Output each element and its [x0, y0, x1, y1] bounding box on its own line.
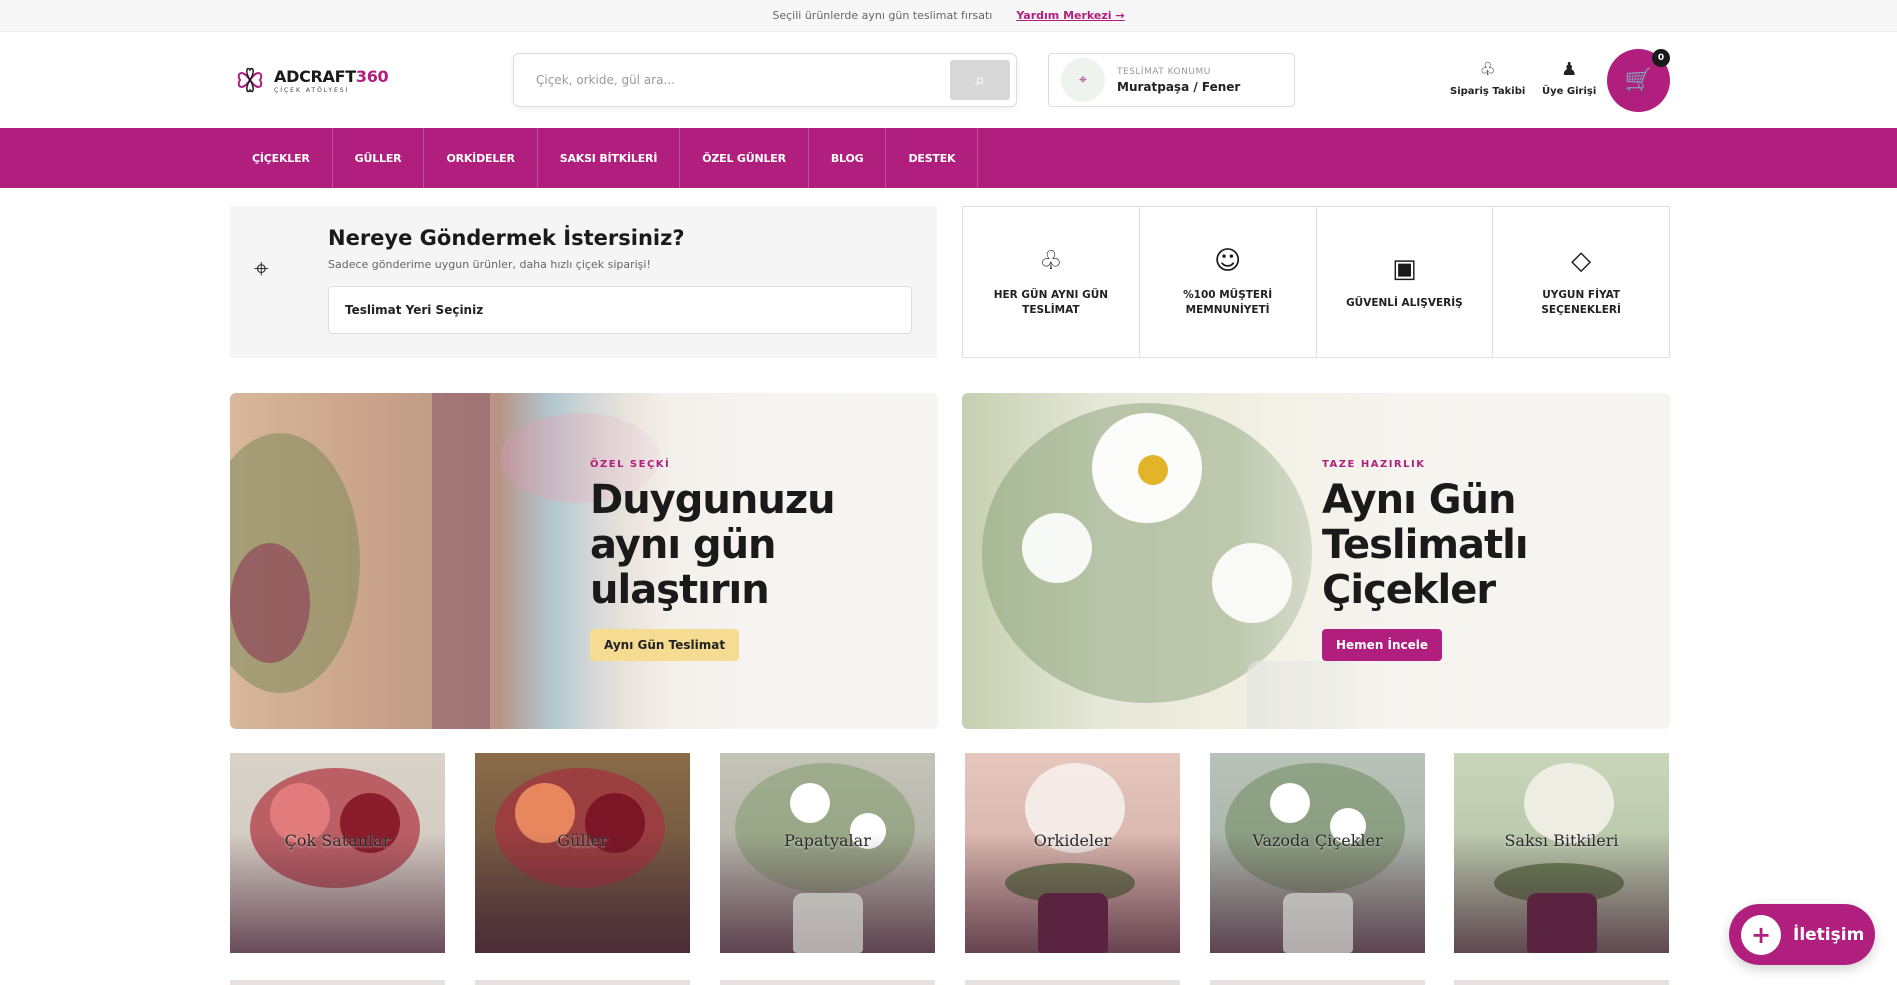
banner-title: Aynı Gün Teslimatlı Çiçekler [1322, 477, 1529, 613]
cart-icon: 🛒 [1624, 68, 1653, 93]
nav-item-orchids[interactable]: ORKİDELER [424, 128, 538, 188]
main-navigation: ÇİÇEKLER GÜLLER ORKİDELER SAKSI BİTKİLER… [0, 128, 1897, 188]
location-pin-icon: ⌖ [1061, 58, 1105, 102]
club-icon: ♧ [1039, 246, 1063, 276]
banner-kicker: TAZE HAZIRLIK [1322, 459, 1426, 470]
logo-subtitle: ÇİÇEK ATÖLYESİ [274, 86, 350, 94]
category-label: Papatyalar [784, 831, 871, 850]
category-label: Saksı Bitkileri [1504, 831, 1619, 850]
search-input[interactable] [536, 73, 950, 87]
search-bar: ⌕ [513, 53, 1017, 107]
category-label: Vazoda Çiçekler [1252, 831, 1383, 850]
category-tile-best-sellers[interactable]: Çok Satanlar [230, 753, 445, 953]
help-center-link[interactable]: Yardım Merkezi → [1016, 9, 1124, 22]
delivery-destination-panel: ⌖ Nereye Göndermek İstersiniz? Sadece gö… [230, 206, 937, 358]
feature-strip: ♧ HER GÜN AYNI GÜN TESLİMAT ☺ %100 MÜŞTE… [962, 206, 1670, 358]
category-tile-potted-plants[interactable]: Saksı Bitkileri [1454, 753, 1669, 953]
order-tracking-link[interactable]: ♧ Sipariş Takibi [1450, 59, 1525, 98]
category-tile-vase-flowers[interactable]: Vazoda Çiçekler [1210, 753, 1425, 953]
plus-icon: + [1741, 914, 1781, 955]
search-button[interactable]: ⌕ [950, 60, 1010, 100]
feature-affordable: ◇ UYGUN FİYAT SEÇENEKLERİ [1541, 246, 1621, 316]
banner-kicker: ÖZEL SEÇKİ [590, 459, 671, 470]
promo-banner-fresh-flowers[interactable]: TAZE HAZIRLIK Aynı Gün Teslimatlı Çiçekl… [962, 393, 1670, 729]
delivery-label: TESLİMAT KONUMU [1117, 66, 1211, 77]
feature-satisfaction: ☺ %100 MÜŞTERİ MEMNUNİYETİ [1140, 207, 1317, 357]
site-header: ADCRAFT360 ÇİÇEK ATÖLYESİ ⌕ ⌖ TESLİMAT K… [0, 32, 1897, 128]
announcement-text: Seçili ürünlerde aynı gün teslimat fırsa… [772, 9, 993, 22]
club-icon: ♧ [1479, 59, 1496, 80]
cart-button[interactable]: 🛒 0 [1607, 49, 1670, 112]
nav-item-support[interactable]: DESTEK [886, 128, 979, 188]
delivery-value: Muratpaşa / Fener [1117, 79, 1241, 94]
category-label: Çok Satanlar [284, 831, 391, 850]
logo[interactable]: ADCRAFT360 ÇİÇEK ATÖLYESİ [234, 64, 389, 96]
nav-item-roses[interactable]: GÜLLER [333, 128, 425, 188]
destination-subtitle: Sadece gönderime uygun ürünler, daha hız… [328, 258, 651, 271]
category-label: Orkideler [1033, 831, 1112, 850]
secure-box-icon: ▣ [1392, 253, 1417, 284]
member-login-link[interactable]: ♟ Üye Girişi [1542, 59, 1596, 98]
nav-item-flowers[interactable]: ÇİÇEKLER [230, 128, 333, 188]
feature-same-day: ♧ HER GÜN AYNI GÜN TESLİMAT [963, 207, 1140, 357]
category-label: Güller [557, 831, 608, 850]
category-tile-roses[interactable]: Güller [475, 753, 690, 953]
banner-title: Duygunuzu aynı gün ulaştırın [590, 477, 836, 613]
nav-item-blog[interactable]: BLOG [809, 128, 887, 188]
cart-count-badge: 0 [1652, 49, 1670, 67]
logo-name: ADCRAFT360 [274, 66, 389, 86]
destination-select[interactable]: Teslimat Yeri Seçiniz [328, 286, 912, 334]
delivery-location-selector[interactable]: ⌖ TESLİMAT KONUMU Muratpaşa / Fener [1048, 53, 1295, 107]
category-tile-orchids[interactable]: Orkideler [965, 753, 1180, 953]
feature-secure-shopping: ▣ GÜVENLİ ALIŞVERİŞ [1317, 207, 1494, 357]
flower-logo-icon [237, 67, 263, 93]
smile-icon: ☺ [1214, 246, 1242, 276]
same-day-delivery-button[interactable]: Aynı Gün Teslimat [590, 629, 740, 661]
explore-now-button[interactable]: Hemen İncele [1322, 629, 1443, 661]
nav-item-special-days[interactable]: ÖZEL GÜNLER [680, 128, 809, 188]
destination-title: Nereye Göndermek İstersiniz? [328, 226, 685, 250]
contact-label: İletişim [1793, 924, 1865, 945]
promo-banner-same-day[interactable]: ÖZEL SEÇKİ Duygunuzu aynı gün ulaştırın … [230, 393, 938, 729]
top-announcement-bar: Seçili ürünlerde aynı gün teslimat fırsa… [0, 0, 1897, 32]
search-icon: ⌕ [974, 69, 986, 91]
contact-button[interactable]: + İletişim [1729, 904, 1875, 965]
user-icon: ♟ [1561, 59, 1578, 80]
nav-item-potted-plants[interactable]: SAKSI BİTKİLERİ [538, 128, 681, 188]
crosshair-icon: ⌖ [254, 254, 269, 284]
diamond-icon: ◇ [1571, 246, 1592, 276]
category-tile-daisies[interactable]: Papatyalar [720, 753, 935, 953]
